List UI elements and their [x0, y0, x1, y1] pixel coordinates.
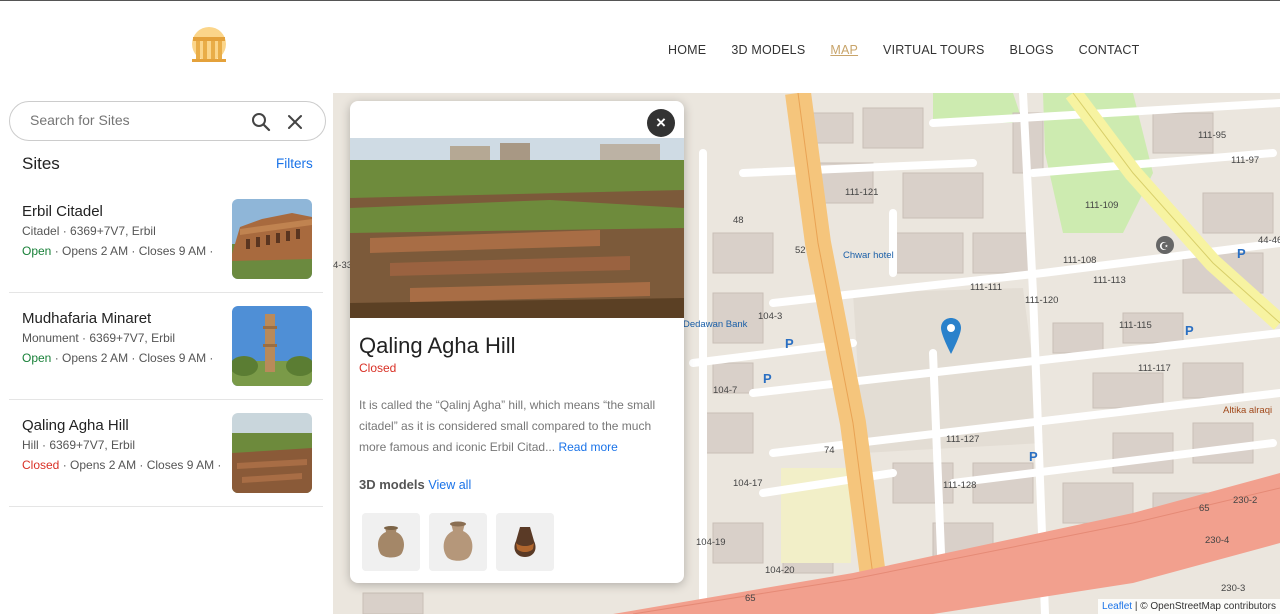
site-name: Mudhafaria Minaret	[22, 310, 152, 327]
models-heading: 3D models View all	[359, 477, 471, 492]
nav-contact[interactable]: CONTACT	[1079, 43, 1140, 57]
site-hero-image	[350, 138, 684, 318]
map-pin-icon[interactable]	[941, 318, 961, 354]
road-label: 104-20	[765, 565, 795, 576]
site-hours: Closed · Opens 2 AM · Closes 9 AM ·	[22, 458, 221, 472]
map-number-label: 48	[733, 215, 744, 226]
model-thumbnail-vase[interactable]	[429, 513, 487, 571]
parking-icon: P	[1029, 449, 1038, 464]
road-label: 230-3	[1221, 583, 1245, 594]
nav-virtual-tours[interactable]: VIRTUAL TOURS	[883, 43, 984, 57]
site-hours: Open · Opens 2 AM · Closes 9 AM ·	[22, 351, 213, 365]
svg-text:☪: ☪	[1159, 241, 1169, 253]
road-label: 65	[1199, 503, 1210, 514]
site-meta: Monument · 6369+7V7, Erbil	[22, 331, 176, 345]
map-number-label: 74	[824, 445, 835, 456]
sites-heading: Sites	[22, 154, 60, 173]
road-label: 111-120	[1025, 295, 1058, 306]
site-name: Qaling Agha Hill	[22, 417, 129, 434]
site-thumbnail	[232, 199, 312, 279]
filters-link[interactable]: Filters	[276, 156, 313, 171]
site-item-mudhafaria-minaret[interactable]: Mudhafaria Minaret Monument · 6369+7V7, …	[9, 293, 323, 400]
site-thumbnail	[232, 413, 312, 493]
nav-map[interactable]: MAP	[830, 43, 858, 57]
close-popup-button[interactable]: ×	[647, 109, 675, 137]
road-label: 111-97	[1231, 155, 1259, 166]
parking-icon: P	[1185, 323, 1194, 338]
map-number-label: 52	[795, 245, 806, 256]
popup-title: Qaling Agha Hill	[359, 333, 516, 358]
model-thumbnail-pot[interactable]	[496, 513, 554, 571]
view-all-link[interactable]: View all	[428, 478, 471, 492]
road-label: 111-121	[845, 187, 878, 198]
map-poi-label: Dedawan Bank	[683, 319, 748, 330]
top-border	[0, 0, 1280, 1]
site-meta: Citadel · 6369+7V7, Erbil	[22, 224, 156, 238]
road-label: 230-4	[1205, 535, 1229, 546]
models-label: 3D models	[359, 477, 425, 492]
road-label: 111-108	[1063, 255, 1096, 266]
road-label: 111-109	[1085, 200, 1118, 211]
road-label: 104-17	[733, 478, 763, 489]
parking-icon: P	[1237, 246, 1246, 261]
road-label: 44-46	[1258, 235, 1280, 246]
site-hours-text: · Opens 2 AM · Closes 9 AM ·	[51, 244, 214, 258]
leaflet-link[interactable]: Leaflet	[1102, 601, 1132, 612]
road-label: 111-128	[943, 480, 976, 491]
road-label: 104-19	[696, 537, 726, 548]
road-label: 111-115	[1119, 320, 1152, 331]
site-thumbnail	[232, 306, 312, 386]
read-more-link[interactable]: Read more	[558, 440, 617, 454]
attribution-text: | © OpenStreetMap contributors	[1132, 601, 1276, 612]
site-name: Erbil Citadel	[22, 203, 103, 220]
site-hours-text: · Opens 2 AM · Closes 9 AM ·	[59, 458, 222, 472]
site-status: Closed	[22, 458, 60, 472]
road-label: 65	[745, 593, 756, 604]
parking-icon: P	[763, 371, 772, 386]
nav-3d-models[interactable]: 3D MODELS	[731, 43, 805, 57]
road-label: 111-111	[970, 282, 1002, 293]
nav-blogs[interactable]: BLOGS	[1010, 43, 1054, 57]
road-label: 104-7	[713, 385, 737, 396]
popup-description: It is called the “Qalinj Agha” hill, whi…	[359, 395, 677, 458]
road-label: 230-2	[1233, 495, 1257, 506]
search-icon[interactable]	[250, 111, 272, 133]
main-nav: HOME 3D MODELS MAP VIRTUAL TOURS BLOGS C…	[668, 43, 1165, 57]
site-hours: Open · Opens 2 AM · Closes 9 AM ·	[22, 244, 213, 258]
map-attribution: Leaflet | © OpenStreetMap contributors	[1098, 599, 1280, 614]
site-status: Open	[22, 244, 52, 258]
site-hours-text: · Opens 2 AM · Closes 9 AM ·	[51, 351, 214, 365]
site-meta: Hill · 6369+7V7, Erbil	[22, 438, 136, 452]
map-poi-label: Altika alraqi	[1223, 405, 1272, 416]
nav-home[interactable]: HOME	[668, 43, 706, 57]
model-thumbnail-jar[interactable]	[362, 513, 420, 571]
site-item-qaling-agha-hill[interactable]: Qaling Agha Hill Hill · 6369+7V7, Erbil …	[9, 400, 323, 507]
road-label: 104-3	[758, 311, 782, 322]
road-label: 111-117	[1138, 363, 1171, 374]
road-label: 111-95	[1198, 130, 1226, 141]
search-box	[9, 101, 326, 141]
popup-status: Closed	[359, 361, 397, 375]
road-label: 111-113	[1093, 275, 1126, 286]
search-input[interactable]	[30, 112, 240, 128]
map-poi-label: Chwar hotel	[843, 250, 894, 261]
clear-icon[interactable]	[284, 111, 306, 133]
site-popup: × Qaling Agha Hill Closed It is called t…	[350, 101, 684, 583]
road-label: 111-127	[946, 434, 979, 445]
mosque-icon: ☪	[1156, 236, 1174, 254]
parking-icon: P	[785, 336, 794, 351]
site-logo[interactable]	[188, 26, 230, 66]
site-item-erbil-citadel[interactable]: Erbil Citadel Citadel · 6369+7V7, Erbil …	[9, 186, 323, 293]
site-status: Open	[22, 351, 52, 365]
